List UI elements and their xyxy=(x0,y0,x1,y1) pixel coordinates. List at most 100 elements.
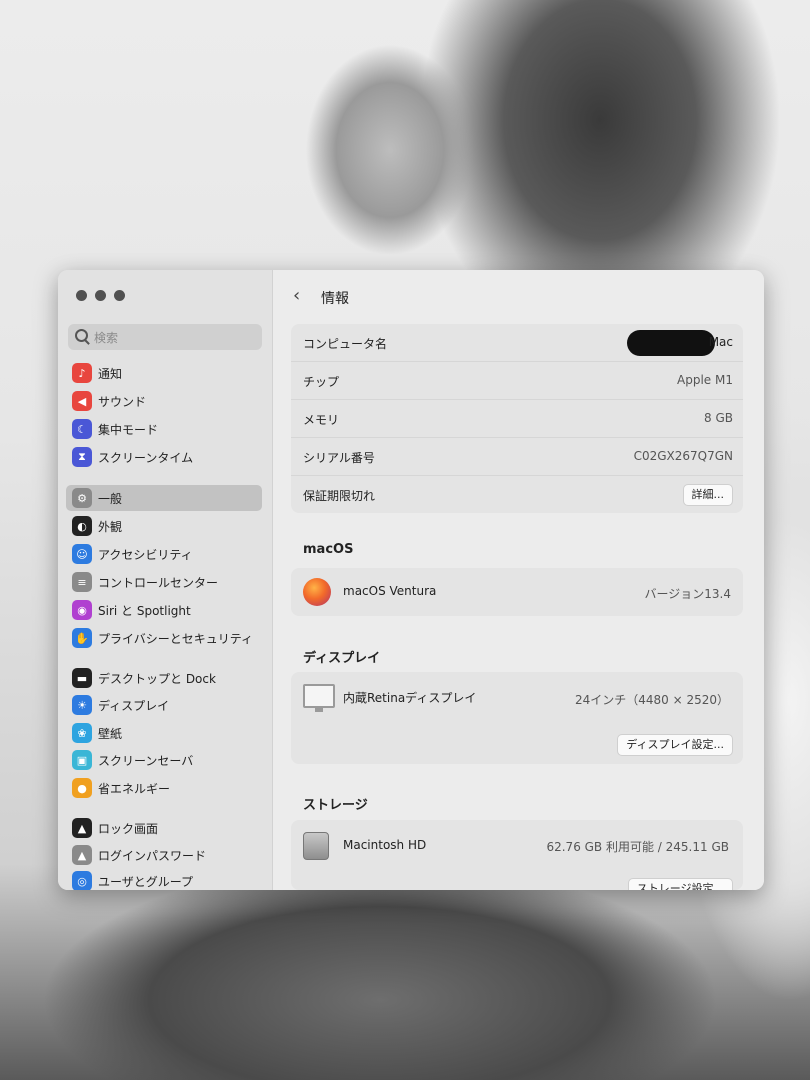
storage-group: Macintosh HD 62.76 GB 利用可能 / 245.11 GB ス… xyxy=(291,820,743,890)
sidebar-item-label: スクリーンセーバ xyxy=(98,753,194,768)
sidebar-item-wallpaper[interactable]: ❀ 壁紙 xyxy=(66,720,262,746)
sidebar-item-label: ユーザとグループ xyxy=(98,874,194,889)
back-chevron-icon[interactable]: ‹ xyxy=(293,285,300,306)
sidebar-item-screen-time[interactable]: ⧗ スクリーンタイム xyxy=(66,444,262,470)
computer-name-label: コンピュータ名 xyxy=(303,337,388,351)
appearance-icon: ◐ xyxy=(72,516,92,536)
sidebar-item-accessibility[interactable]: ☺ アクセシビリティ xyxy=(66,541,262,567)
sidebar-item-appearance[interactable]: ◐ 外観 xyxy=(66,513,262,539)
moon-icon: ☾ xyxy=(72,419,92,439)
sidebar-item-label: コントロールセンター xyxy=(98,575,219,590)
display-icon xyxy=(303,684,335,712)
hand-icon: ✋ xyxy=(72,628,92,648)
minimize-button[interactable] xyxy=(95,290,106,301)
hourglass-icon: ⧗ xyxy=(72,447,92,467)
search-icon xyxy=(75,329,88,342)
warranty-row: 保証期限切れ 詳細... xyxy=(291,476,743,513)
sidebar-item-label: 通知 xyxy=(98,366,123,381)
sidebar-item-label: デスクトップと Dock xyxy=(98,671,216,686)
storage-detail: 62.76 GB 利用可能 / 245.11 GB xyxy=(546,840,729,854)
sidebar-item-label: 一般 xyxy=(98,491,123,506)
sidebar-item-screen-saver[interactable]: ▣ スクリーンセーバ xyxy=(66,747,262,773)
sidebar-item-label: スクリーンタイム xyxy=(98,450,194,465)
computer-name-row: コンピュータ名 Mac xyxy=(291,324,743,362)
accessibility-icon: ☺ xyxy=(72,544,92,564)
macos-ventura-icon xyxy=(303,578,331,606)
sun-icon: ☀ xyxy=(72,695,92,715)
sidebar-item-focus[interactable]: ☾ 集中モード xyxy=(66,416,262,442)
hard-drive-icon xyxy=(303,832,329,860)
sidebar-item-label: 壁紙 xyxy=(98,726,123,741)
lock-icon: ▲ xyxy=(72,818,92,838)
zoom-button[interactable] xyxy=(114,290,125,301)
system-settings-window: ♪ 通知 ◀ サウンド ☾ 集中モード ⧗ スクリーンタイム ⚙ 一般 ◐ 外観… xyxy=(58,270,764,890)
about-info-group: コンピュータ名 Mac チップ Apple M1 メモリ 8 GB シリアル番号… xyxy=(291,324,743,513)
sidebar-item-label: 集中モード xyxy=(98,422,159,437)
sidebar-item-label: ディスプレイ xyxy=(98,698,170,713)
flower-icon: ❀ xyxy=(72,723,92,743)
sidebar-item-desktop-dock[interactable]: ▬ デスクトップと Dock xyxy=(66,665,262,691)
serial-value: C02GX267Q7GN xyxy=(633,449,733,463)
gear-icon: ⚙ xyxy=(72,488,92,508)
display-heading: ディスプレイ xyxy=(303,651,381,666)
macos-group: macOS Ventura バージョン13.4 xyxy=(291,568,743,616)
serial-row: シリアル番号 C02GX267Q7GN xyxy=(291,438,743,476)
warranty-label: 保証期限切れ xyxy=(303,489,376,503)
memory-label: メモリ xyxy=(303,413,340,427)
storage-name: Macintosh HD xyxy=(343,838,427,852)
computer-name-value: Mac xyxy=(708,335,733,349)
title-bar: ‹ 情報 xyxy=(273,270,764,322)
memory-row: メモリ 8 GB xyxy=(291,400,743,438)
sidebar-item-label: 省エネルギー xyxy=(98,781,171,796)
lock-icon: ▲ xyxy=(72,845,92,865)
storage-settings-button[interactable]: ストレージ設定... xyxy=(627,878,733,890)
toggles-icon: ≡ xyxy=(72,572,92,592)
screensaver-icon: ▣ xyxy=(72,750,92,770)
users-icon: ◎ xyxy=(72,871,92,890)
sidebar-item-general[interactable]: ⚙ 一般 xyxy=(66,485,262,511)
speaker-icon: ◀ xyxy=(72,391,92,411)
sidebar-item-lock-screen[interactable]: ▲ ロック画面 xyxy=(66,815,262,841)
search-input[interactable] xyxy=(92,324,256,352)
sidebar-item-control-center[interactable]: ≡ コントロールセンター xyxy=(66,569,262,595)
sidebar-item-label: Siri と Spotlight xyxy=(98,603,191,618)
display-spec: 24インチ（4480 × 2520） xyxy=(574,693,729,707)
display-settings-button[interactable]: ディスプレイ設定... xyxy=(617,734,733,756)
chip-value: Apple M1 xyxy=(677,373,733,387)
sidebar-item-sound[interactable]: ◀ サウンド xyxy=(66,388,262,414)
macos-name: macOS Ventura xyxy=(343,584,437,598)
sidebar-item-displays[interactable]: ☀ ディスプレイ xyxy=(66,692,262,718)
storage-heading: ストレージ xyxy=(303,798,368,813)
siri-icon: ◉ xyxy=(72,600,92,620)
sidebar-item-label: 外観 xyxy=(98,519,123,534)
serial-label: シリアル番号 xyxy=(303,451,375,465)
sidebar: ♪ 通知 ◀ サウンド ☾ 集中モード ⧗ スクリーンタイム ⚙ 一般 ◐ 外観… xyxy=(58,270,273,890)
macos-version: バージョン13.4 xyxy=(644,587,731,601)
sidebar-item-notifications[interactable]: ♪ 通知 xyxy=(66,360,262,386)
macos-heading: macOS xyxy=(303,542,354,557)
redaction-mark xyxy=(627,330,715,356)
page-title: 情報 xyxy=(321,291,349,307)
sidebar-item-label: アクセシビリティ xyxy=(98,547,193,562)
sidebar-item-label: プライバシーとセキュリティ xyxy=(98,631,254,646)
bulb-icon: ● xyxy=(72,778,92,798)
chip-label: チップ xyxy=(303,375,340,389)
warranty-details-button[interactable]: 詳細... xyxy=(682,484,733,506)
display-group: 内蔵Retinaディスプレイ 24インチ（4480 × 2520） ディスプレイ… xyxy=(291,672,743,764)
search-field[interactable] xyxy=(68,324,262,352)
bell-icon: ♪ xyxy=(72,363,92,383)
dock-icon: ▬ xyxy=(72,668,92,688)
sidebar-item-energy-saver[interactable]: ● 省エネルギー xyxy=(66,775,262,801)
sidebar-item-login-password[interactable]: ▲ ログインパスワード xyxy=(66,842,262,868)
close-button[interactable] xyxy=(76,290,87,301)
sidebar-item-label: サウンド xyxy=(98,394,147,409)
window-controls xyxy=(76,290,125,301)
display-name: 内蔵Retinaディスプレイ xyxy=(343,691,477,705)
sidebar-item-privacy-security[interactable]: ✋ プライバシーとセキュリティ xyxy=(66,625,262,651)
main-pane: ‹ 情報 コンピュータ名 Mac チップ Apple M1 メモリ 8 GB シ… xyxy=(273,270,764,890)
sidebar-item-users-groups[interactable]: ◎ ユーザとグループ xyxy=(66,868,262,890)
chip-row: チップ Apple M1 xyxy=(291,362,743,400)
sidebar-item-label: ログインパスワード xyxy=(98,848,207,863)
sidebar-item-siri-spotlight[interactable]: ◉ Siri と Spotlight xyxy=(66,597,262,623)
sidebar-item-label: ロック画面 xyxy=(98,821,159,836)
